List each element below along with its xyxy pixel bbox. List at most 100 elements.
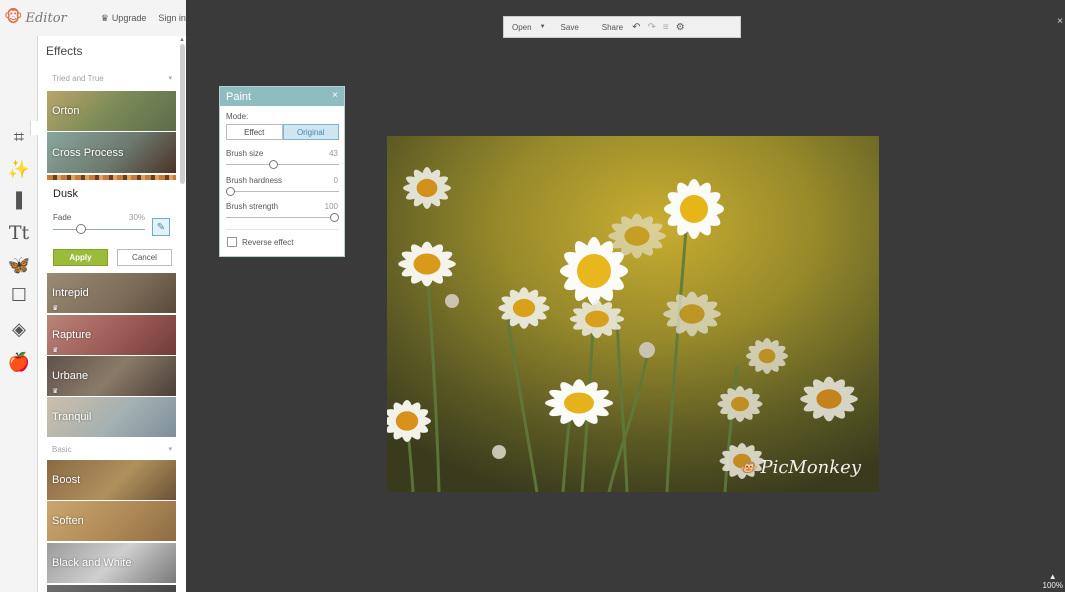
magic-wand-icon[interactable]: ✨	[8, 158, 30, 180]
upgrade-link[interactable]: ♛ Upgrade	[101, 13, 147, 24]
effect-orton[interactable]: Orton	[47, 91, 176, 131]
dusk-controls: Dusk Fade 30% ✎ Apply Cancel	[47, 175, 176, 271]
brand[interactable]: 🐵 Editor	[4, 10, 67, 26]
brush-strength-track[interactable]	[226, 217, 339, 218]
fade-label: Fade	[53, 213, 72, 222]
brush-strength-thumb[interactable]	[330, 213, 339, 222]
texture-icon[interactable]: ◈	[8, 318, 30, 340]
scrollbar[interactable]	[180, 44, 185, 184]
app-header: 🐵 Editor ♛ Upgrade Sign in	[0, 0, 186, 36]
top-toolbar: Open ▼ Save Share ↶ ↷ ≡ ⚙	[503, 16, 741, 38]
close-icon[interactable]: ×	[332, 90, 338, 101]
chevron-down-icon: ▼	[539, 24, 546, 30]
effect-next[interactable]	[47, 585, 176, 592]
panel-title: Effects	[46, 44, 83, 58]
undo-icon[interactable]: ↶	[632, 22, 640, 33]
open-menu[interactable]: Open ▼	[512, 23, 546, 32]
save-label: Save	[560, 22, 579, 32]
monkey-logo-icon: 🐵	[739, 459, 757, 476]
history-icon[interactable]: ≡	[663, 22, 669, 33]
apply-button[interactable]: Apply	[53, 249, 108, 266]
effect-label: Cross Process	[52, 146, 124, 159]
effect-name: Dusk	[53, 188, 79, 200]
picmonkey-watermark: 🐵 PicMonkey	[739, 457, 861, 478]
brush-size-track[interactable]	[226, 164, 339, 165]
chevron-up-icon: ▲	[1048, 572, 1057, 581]
effect-intrepid[interactable]: Intrepid ♛	[47, 273, 176, 313]
mode-label: Mode:	[226, 112, 249, 121]
section-label: Basic	[52, 445, 72, 454]
section-label: Tried and True	[52, 74, 104, 83]
effect-label: Orton	[52, 105, 80, 117]
brush-hardness-thumb[interactable]	[226, 187, 235, 196]
effect-boost[interactable]: Boost	[47, 460, 176, 500]
tool-strip: ⌗ ✨ ❚ Tt 🦋 ☐ ◈ 🍎	[0, 36, 38, 592]
chevron-down-icon: ▾	[168, 446, 172, 453]
paint-brush-button[interactable]: ✎	[152, 218, 170, 236]
effect-tranquil[interactable]: Tranquil	[47, 397, 176, 437]
close-icon[interactable]: ×	[1057, 16, 1063, 27]
effect-rapture[interactable]: Rapture ♛	[47, 315, 176, 355]
cancel-button[interactable]: Cancel	[117, 249, 172, 266]
photo-canvas[interactable]: 🐵 PicMonkey	[387, 136, 879, 492]
crop-icon[interactable]: ⌗	[8, 126, 30, 148]
frame-icon[interactable]: ☐	[8, 284, 30, 306]
effect-black-and-white[interactable]: Black and White	[47, 543, 176, 583]
brush-strength-value: 100	[324, 202, 338, 211]
fade-slider-thumb[interactable]	[76, 224, 86, 234]
paint-title: Paint	[226, 90, 252, 103]
daisy-photo	[387, 136, 879, 492]
share-label: Share	[601, 22, 624, 32]
fade-slider-track[interactable]	[53, 229, 145, 230]
crown-icon: ♛	[52, 347, 59, 354]
scroll-up-arrow-icon[interactable]: ▲	[179, 37, 185, 43]
fade-value: 30%	[129, 213, 146, 222]
brush-size-label: Brush size	[226, 149, 264, 158]
divider	[226, 229, 339, 230]
upgrade-label: Upgrade	[111, 13, 147, 23]
effect-label: Boost	[52, 474, 81, 486]
effects-panel: Effects ▲ Tried and True ▾ Orton Cross P…	[38, 36, 186, 592]
signin-link[interactable]: Sign in	[158, 13, 186, 23]
open-label: Open	[512, 22, 532, 32]
crown-icon: ♛	[52, 305, 59, 312]
effect-label: Urbane	[52, 370, 89, 382]
paint-dialog: Paint × Mode: Effect Original Brush size…	[219, 86, 345, 257]
app-name: Editor	[25, 10, 67, 26]
dusk-thumbnail-strip	[47, 175, 176, 180]
section-tried-and-true[interactable]: Tried and True ▾	[52, 74, 172, 83]
touchup-icon[interactable]: ❚	[8, 188, 30, 210]
effect-label: Black and White	[52, 557, 132, 569]
effect-urbane[interactable]: Urbane ♛	[47, 356, 176, 396]
brush-size-thumb[interactable]	[269, 160, 278, 169]
watermark-text: PicMonkey	[760, 457, 861, 478]
gear-icon[interactable]: ⚙	[676, 22, 685, 33]
reverse-effect-checkbox[interactable]	[227, 237, 237, 247]
brush-icon: ✎	[156, 221, 166, 233]
section-basic[interactable]: Basic ▾	[52, 445, 172, 454]
share-button[interactable]: Share	[602, 23, 623, 32]
chevron-down-icon: ▾	[168, 75, 172, 82]
crown-icon: ♛	[100, 12, 109, 23]
brush-size-value: 43	[329, 149, 338, 158]
reverse-effect-label: Reverse effect	[242, 238, 294, 247]
effect-label: Intrepid	[52, 287, 89, 299]
apple-icon[interactable]: 🍎	[8, 351, 30, 373]
mode-toggle: Effect Original	[226, 124, 339, 140]
effect-label: Tranquil	[52, 411, 92, 423]
save-button[interactable]: Save	[561, 23, 579, 32]
brush-hardness-track[interactable]	[226, 191, 339, 192]
butterfly-icon[interactable]: 🦋	[8, 254, 30, 276]
brush-hardness-label: Brush hardness	[226, 176, 283, 185]
effect-cross-process[interactable]: Cross Process	[47, 132, 176, 173]
zoom-level: 100%	[1042, 581, 1063, 590]
effect-soften[interactable]: Soften	[47, 501, 176, 541]
effect-label: Soften	[52, 515, 84, 527]
mode-effect-button[interactable]: Effect	[226, 124, 283, 140]
zoom-control[interactable]: ▲ 100%	[1043, 572, 1063, 590]
text-icon[interactable]: Tt	[8, 222, 30, 244]
redo-icon[interactable]: ↷	[648, 22, 656, 33]
brush-strength-label: Brush strength	[226, 202, 279, 211]
paint-header[interactable]: Paint ×	[220, 87, 344, 106]
mode-original-button[interactable]: Original	[282, 124, 339, 140]
